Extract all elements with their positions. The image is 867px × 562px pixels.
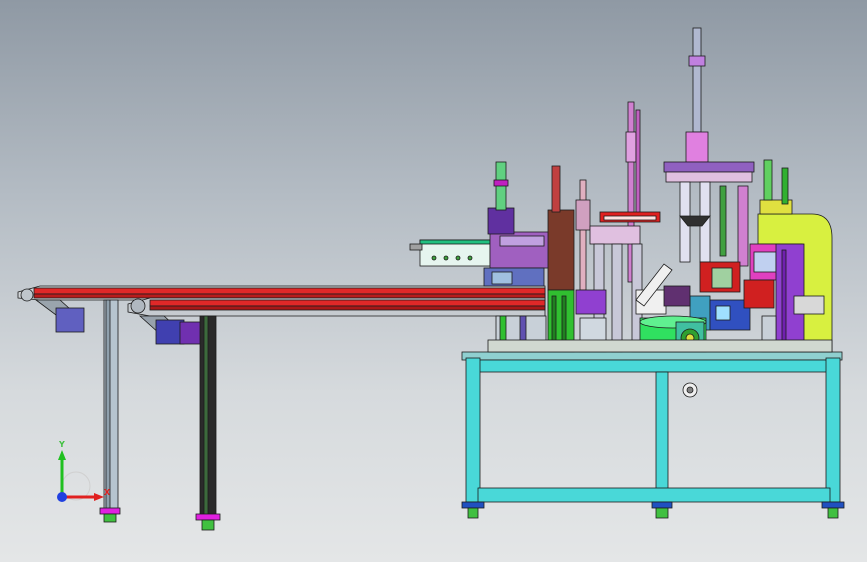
view-triad[interactable] [57,450,104,502]
triad-x-label: X [104,488,111,497]
assembly-model[interactable] [0,0,867,562]
vertical-cylinders[interactable] [575,101,661,353]
feed-station[interactable] [409,161,551,287]
table-top-plate [487,339,833,353]
cad-graphics-area[interactable]: Y X [0,0,867,562]
press-unit[interactable] [743,159,833,353]
triad-y-label: Y [59,440,65,449]
machine-table[interactable] [461,351,845,519]
central-tower[interactable] [663,27,755,331]
